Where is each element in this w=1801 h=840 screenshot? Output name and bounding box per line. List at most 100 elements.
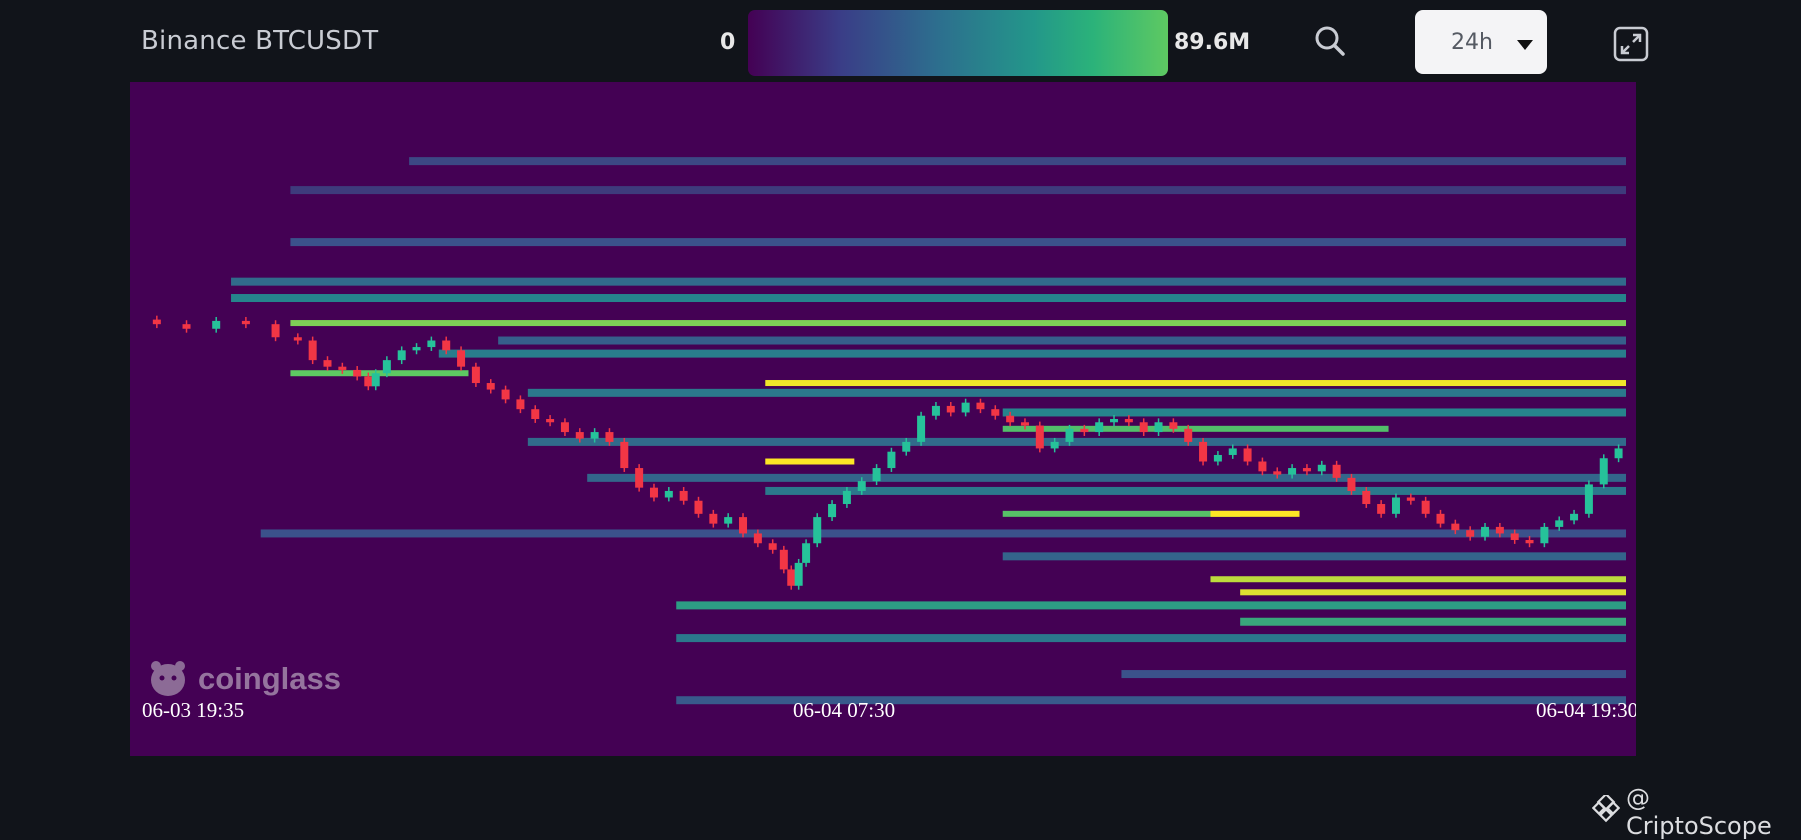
chart-svg: 6834367105658676463063392621556091759741…	[130, 82, 1704, 756]
liquidity-band	[765, 486, 1626, 495]
liquidity-band	[231, 277, 1626, 286]
candle-down	[152, 319, 161, 325]
candle-down	[293, 337, 302, 341]
candle-down	[946, 405, 955, 413]
candle-up	[1317, 464, 1326, 472]
candle-down	[779, 549, 788, 570]
candle-down	[1436, 513, 1445, 524]
liquidity-band	[260, 529, 1627, 538]
footer-brand-text: @ CriptoScope	[1626, 784, 1772, 840]
candle-down	[709, 513, 718, 524]
candle-down	[1258, 461, 1267, 472]
candle-down	[308, 340, 317, 361]
liquidity-band	[1002, 408, 1626, 417]
candle-up	[590, 432, 599, 439]
search-icon[interactable]	[1313, 24, 1347, 58]
liquidity-band	[1121, 670, 1626, 679]
candle-up	[794, 562, 803, 586]
candle-down	[241, 320, 250, 325]
candle-down	[1347, 477, 1356, 491]
liquidity-band	[676, 601, 1626, 610]
liquidity-band	[290, 320, 1626, 327]
candle-down	[1421, 500, 1430, 514]
candle-down	[531, 409, 540, 419]
candle-up	[1110, 419, 1119, 423]
x-tick-label: 06-04 07:30	[793, 698, 895, 722]
candle-down	[338, 366, 347, 370]
page-title: Binance BTCUSDT	[141, 26, 379, 56]
candle-down	[1006, 415, 1015, 423]
candle-up	[1065, 428, 1074, 442]
candle-up	[1288, 468, 1297, 475]
liquidity-band	[1210, 576, 1626, 583]
candle-up	[1391, 497, 1400, 514]
liquidity-band	[1240, 617, 1626, 626]
caret-down-icon	[1515, 38, 1535, 56]
candle-down	[353, 369, 362, 377]
candle-down	[976, 402, 985, 410]
candle-up	[1228, 448, 1237, 455]
candle-up	[1599, 458, 1608, 485]
candle-down	[649, 487, 658, 498]
candle-down	[1080, 428, 1089, 433]
candle-down	[1035, 425, 1044, 449]
candle-down	[575, 432, 584, 439]
liquidity-band	[1240, 589, 1626, 596]
candle-down	[1510, 533, 1519, 540]
liquidity-band	[765, 458, 855, 465]
candle-up	[1481, 526, 1490, 537]
candle-down	[486, 383, 495, 390]
liquidity-band	[231, 294, 1626, 303]
candle-down	[694, 500, 703, 514]
candle-down	[546, 419, 555, 423]
candle-down	[516, 399, 525, 410]
liquidity-band	[290, 186, 1626, 195]
candle-up	[1584, 484, 1593, 514]
liquidity-band	[676, 634, 1626, 643]
candle-up	[902, 441, 911, 452]
candle-up	[1540, 526, 1549, 544]
liquidation-heatmap-chart[interactable]: 6834367105658676463063392621556091759741…	[130, 82, 1704, 756]
footer-brand: @ CriptoScope	[1591, 784, 1801, 840]
candle-down	[1273, 471, 1282, 475]
time-range-select[interactable]: 24h	[1415, 10, 1547, 74]
coinglass-watermark-text: coinglass	[198, 661, 341, 696]
candle-down	[991, 409, 1000, 416]
liquidity-band	[587, 473, 1627, 482]
candle-down	[560, 422, 569, 433]
candle-down	[1139, 422, 1148, 433]
candle-up	[427, 340, 436, 348]
diamond-logo-icon	[1591, 792, 1621, 829]
liquidity-band	[498, 336, 1626, 345]
candle-down	[753, 533, 762, 544]
candle-down	[768, 543, 777, 550]
liquidity-band	[1002, 552, 1626, 561]
liquidity-band	[527, 437, 1626, 446]
candle-down	[182, 324, 191, 329]
liquidity-band	[527, 388, 1626, 397]
candle-up	[1095, 422, 1104, 433]
candle-up	[1154, 422, 1163, 433]
candle-down	[739, 517, 748, 534]
candle-down	[1332, 464, 1341, 478]
color-scale-max-label: 89.6M	[1174, 30, 1251, 55]
expand-icon[interactable]	[1613, 26, 1649, 62]
x-tick-label: 06-04 19:30	[1536, 698, 1636, 722]
candle-up	[371, 373, 380, 387]
candle-up	[842, 490, 851, 505]
candle-down	[1020, 422, 1029, 426]
candle-down	[1525, 539, 1534, 544]
candle-up	[397, 350, 406, 361]
x-tick-label: 06-03 19:35	[142, 698, 244, 722]
liquidity-band	[1002, 425, 1389, 432]
candle-down	[1362, 490, 1371, 505]
candle-down	[1124, 419, 1133, 423]
candle-down	[1466, 530, 1475, 537]
candle-down	[1199, 441, 1208, 462]
candle-up	[1614, 448, 1623, 459]
candle-up	[1570, 513, 1579, 521]
candle-down	[1243, 448, 1252, 462]
top-toolbar: Binance BTCUSDT 0 89.6M 24h	[0, 0, 1801, 82]
candle-down	[1302, 468, 1311, 472]
candle-down	[323, 360, 332, 367]
